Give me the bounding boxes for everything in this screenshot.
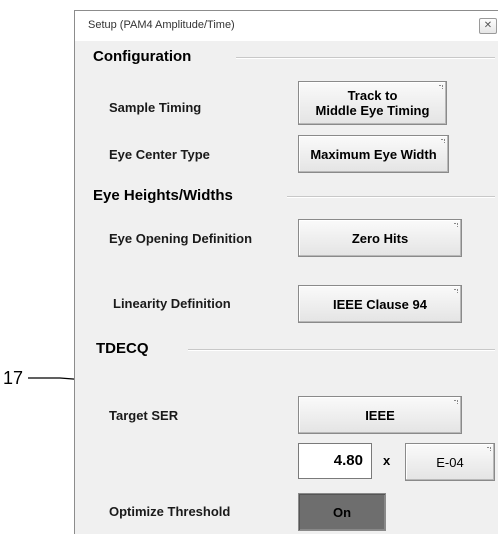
section-configuration-title: Configuration [93, 48, 192, 65]
callout-number: 17 [3, 368, 24, 388]
screenshot-page: 17 Setup (PAM4 Amplitude/Time) ✕ Configu… [0, 0, 498, 534]
sample-timing-value-line1: Track to [347, 88, 398, 103]
target-ser-mantissa-input[interactable]: 4.80 [298, 443, 372, 479]
section-tdecq-divider [188, 349, 495, 351]
linearity-definition-button[interactable]: IEEE Clause 94 [298, 285, 462, 323]
sample-timing-button[interactable]: Track to Middle Eye Timing [298, 81, 447, 125]
target-ser-exponent-button[interactable]: E-04 [405, 443, 495, 481]
linearity-definition-label: Linearity Definition [113, 296, 231, 311]
target-ser-label: Target SER [109, 408, 179, 423]
dialog-content: Configuration Sample Timing Track to Mid… [76, 41, 498, 534]
section-eye-heights-widths-title: Eye Heights/Widths [93, 187, 233, 204]
close-button[interactable]: ✕ [479, 18, 497, 34]
setup-dialog: Setup (PAM4 Amplitude/Time) ✕ Configurat… [74, 10, 498, 534]
optimize-threshold-value: On [332, 504, 352, 520]
section-eye-heights-widths-divider [287, 196, 495, 198]
sample-timing-value-line2: Middle Eye Timing [315, 103, 430, 118]
target-ser-exponent-value: E-04 [436, 454, 464, 470]
close-icon: ✕ [483, 20, 493, 31]
optimize-threshold-label: Optimize Threshold [109, 504, 231, 519]
title-bar[interactable]: Setup (PAM4 Amplitude/Time) ✕ [75, 11, 498, 41]
sample-timing-label: Sample Timing [109, 100, 202, 115]
window-title: Setup (PAM4 Amplitude/Time) [88, 19, 235, 31]
linearity-definition-value: IEEE Clause 94 [333, 296, 427, 312]
eye-center-type-label: Eye Center Type [109, 147, 210, 162]
target-ser-multiplier: x [383, 453, 391, 468]
eye-center-type-button[interactable]: Maximum Eye Width [298, 135, 449, 173]
target-ser-button[interactable]: IEEE [298, 396, 462, 434]
eye-opening-definition-label: Eye Opening Definition [109, 231, 253, 246]
optimize-threshold-toggle[interactable]: On [298, 493, 386, 531]
section-configuration-divider [236, 57, 495, 59]
section-tdecq-title: TDECQ [96, 340, 149, 357]
eye-opening-definition-button[interactable]: Zero Hits [298, 219, 462, 257]
eye-center-type-value: Maximum Eye Width [310, 146, 437, 162]
target-ser-value: IEEE [365, 407, 395, 423]
eye-opening-definition-value: Zero Hits [351, 230, 409, 246]
